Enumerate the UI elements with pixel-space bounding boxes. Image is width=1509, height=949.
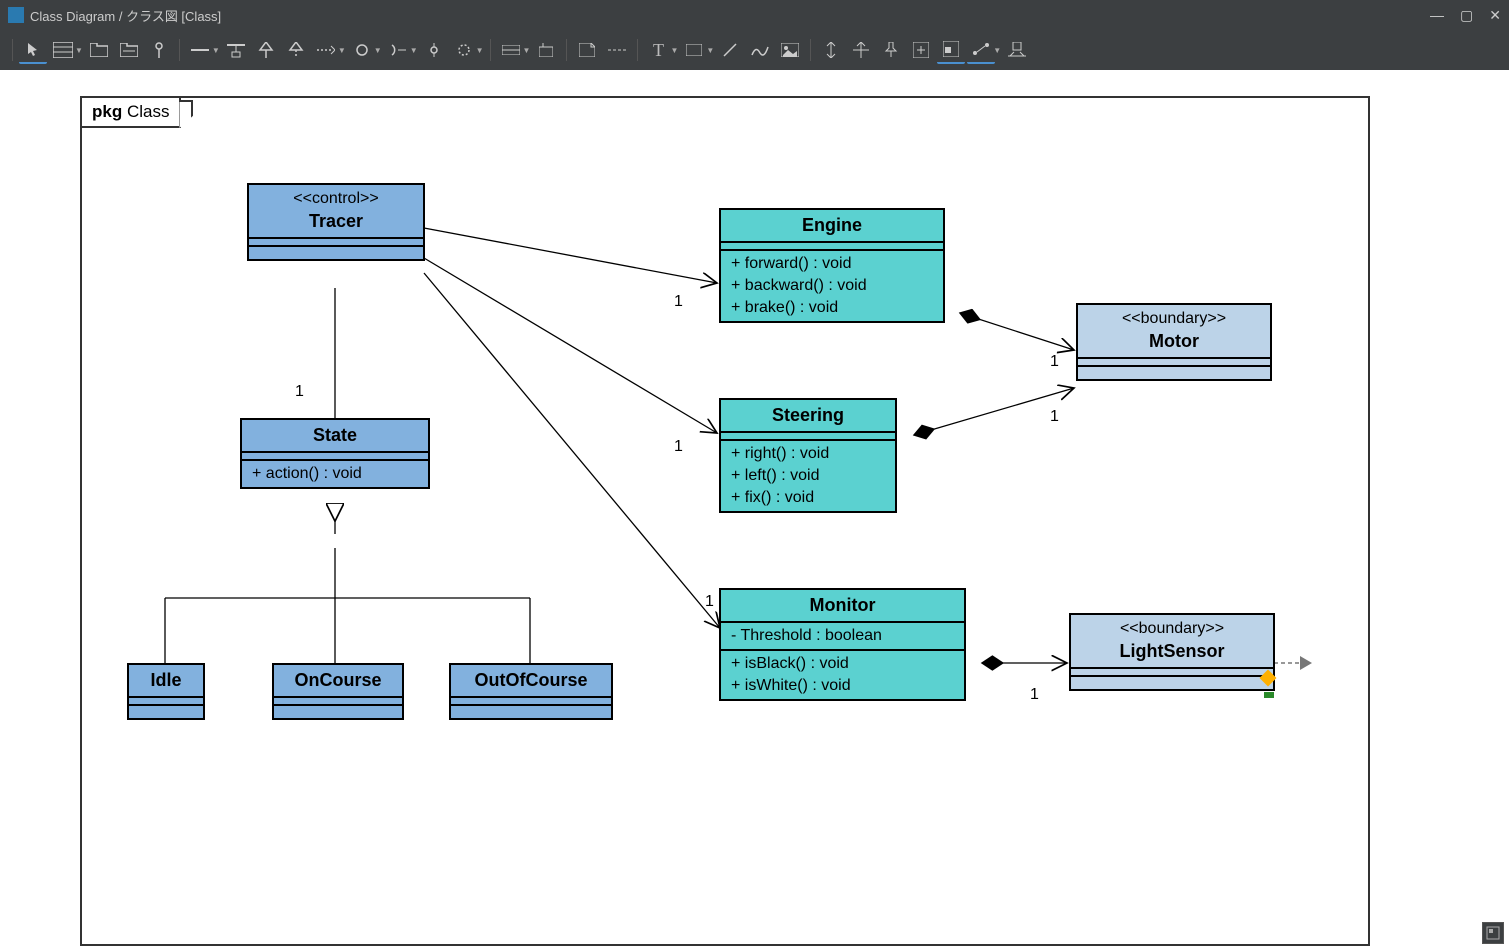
engine-class[interactable]: Engine + forward() : void + backward() :… xyxy=(719,208,945,323)
generalization-tool-icon[interactable] xyxy=(252,36,280,64)
package2-tool-icon[interactable] xyxy=(115,36,143,64)
chevron-down-icon[interactable]: ▼ xyxy=(993,46,1001,55)
mult-engine-motor: 1 xyxy=(1050,353,1059,371)
image-tool-icon[interactable] xyxy=(776,36,804,64)
app-icon xyxy=(8,7,24,23)
mult-tracer-state: 1 xyxy=(295,383,304,401)
connector-tool-icon[interactable] xyxy=(450,36,478,64)
motor-class[interactable]: <<boundary>> Motor xyxy=(1076,303,1272,381)
tracer-class[interactable]: <<control>> Tracer xyxy=(247,183,425,261)
overview-button[interactable] xyxy=(1482,922,1504,944)
window-title: Class Diagram / クラス図 [Class] xyxy=(30,6,221,25)
port-tool-icon[interactable] xyxy=(420,36,448,64)
zoom-fit-tool-icon[interactable] xyxy=(817,36,845,64)
association-class-tool-icon[interactable] xyxy=(222,36,250,64)
interface-tool-icon[interactable] xyxy=(145,36,173,64)
distribute-tool-icon[interactable] xyxy=(1003,36,1031,64)
freehand-tool-icon[interactable] xyxy=(746,36,774,64)
close-button[interactable]: ✕ xyxy=(1489,7,1501,24)
chevron-down-icon[interactable]: ▼ xyxy=(523,46,531,55)
expand-tool-icon[interactable] xyxy=(907,36,935,64)
attribute-tool-icon[interactable] xyxy=(497,36,525,64)
ok-marker-icon xyxy=(1264,692,1274,698)
mult-tracer-monitor: 1 xyxy=(705,593,714,611)
minimize-button[interactable]: — xyxy=(1430,7,1444,24)
idle-class[interactable]: Idle xyxy=(127,663,205,720)
selection-tool-icon[interactable] xyxy=(19,36,47,64)
class-tool-icon[interactable] xyxy=(49,36,77,64)
chevron-down-icon[interactable]: ▼ xyxy=(410,46,418,55)
package-tool-icon[interactable] xyxy=(85,36,113,64)
required-interface-tool-icon[interactable] xyxy=(348,36,376,64)
monitor-class[interactable]: Monitor - Threshold : boolean + isBlack(… xyxy=(719,588,966,701)
layout-tool-icon[interactable] xyxy=(937,36,965,64)
constraint-tool-icon[interactable] xyxy=(532,36,560,64)
provided-interface-tool-icon[interactable] xyxy=(384,36,412,64)
realization-tool-icon[interactable] xyxy=(282,36,310,64)
text-tool-icon[interactable]: T xyxy=(644,36,672,64)
dependency-tool-icon[interactable] xyxy=(312,36,340,64)
connector-style-tool-icon[interactable] xyxy=(967,36,995,64)
oncourse-class[interactable]: OnCourse xyxy=(272,663,404,720)
titlebar: Class Diagram / クラス図 [Class] — ▢ ✕ xyxy=(0,0,1509,30)
chevron-down-icon[interactable]: ▼ xyxy=(670,46,678,55)
rect-tool-icon[interactable] xyxy=(680,36,708,64)
outofcourse-class[interactable]: OutOfCourse xyxy=(449,663,613,720)
diagram-canvas[interactable]: pkg Class xyxy=(0,70,1509,949)
lightsensor-class[interactable]: <<boundary>> LightSensor xyxy=(1069,613,1275,691)
steering-class[interactable]: Steering + right() : void + left() : voi… xyxy=(719,398,897,513)
chevron-down-icon[interactable]: ▼ xyxy=(706,46,714,55)
window-controls: — ▢ ✕ xyxy=(1430,7,1501,24)
line-tool-icon[interactable] xyxy=(716,36,744,64)
align-tool-icon[interactable] xyxy=(847,36,875,64)
chevron-down-icon[interactable]: ▼ xyxy=(338,46,346,55)
diagram-frame: pkg Class xyxy=(80,96,1370,946)
state-class[interactable]: State + action() : void xyxy=(240,418,430,489)
association-tool-icon[interactable] xyxy=(186,36,214,64)
toolbar: ▼ ▼ ▼ ▼ ▼ ▼ ▼ xyxy=(0,30,1509,70)
mult-monitor-lightsensor: 1 xyxy=(1030,686,1039,704)
mult-steering-motor: 1 xyxy=(1050,408,1059,426)
note-anchor-tool-icon[interactable] xyxy=(603,36,631,64)
frame-label: pkg Class xyxy=(80,96,181,128)
chevron-down-icon[interactable]: ▼ xyxy=(476,46,484,55)
pin-tool-icon[interactable] xyxy=(877,36,905,64)
chevron-down-icon[interactable]: ▼ xyxy=(75,46,83,55)
maximize-button[interactable]: ▢ xyxy=(1460,7,1473,24)
chevron-down-icon[interactable]: ▼ xyxy=(374,46,382,55)
note-tool-icon[interactable] xyxy=(573,36,601,64)
chevron-down-icon[interactable]: ▼ xyxy=(212,46,220,55)
mult-tracer-engine: 1 xyxy=(674,293,683,311)
mult-tracer-steering: 1 xyxy=(674,438,683,456)
